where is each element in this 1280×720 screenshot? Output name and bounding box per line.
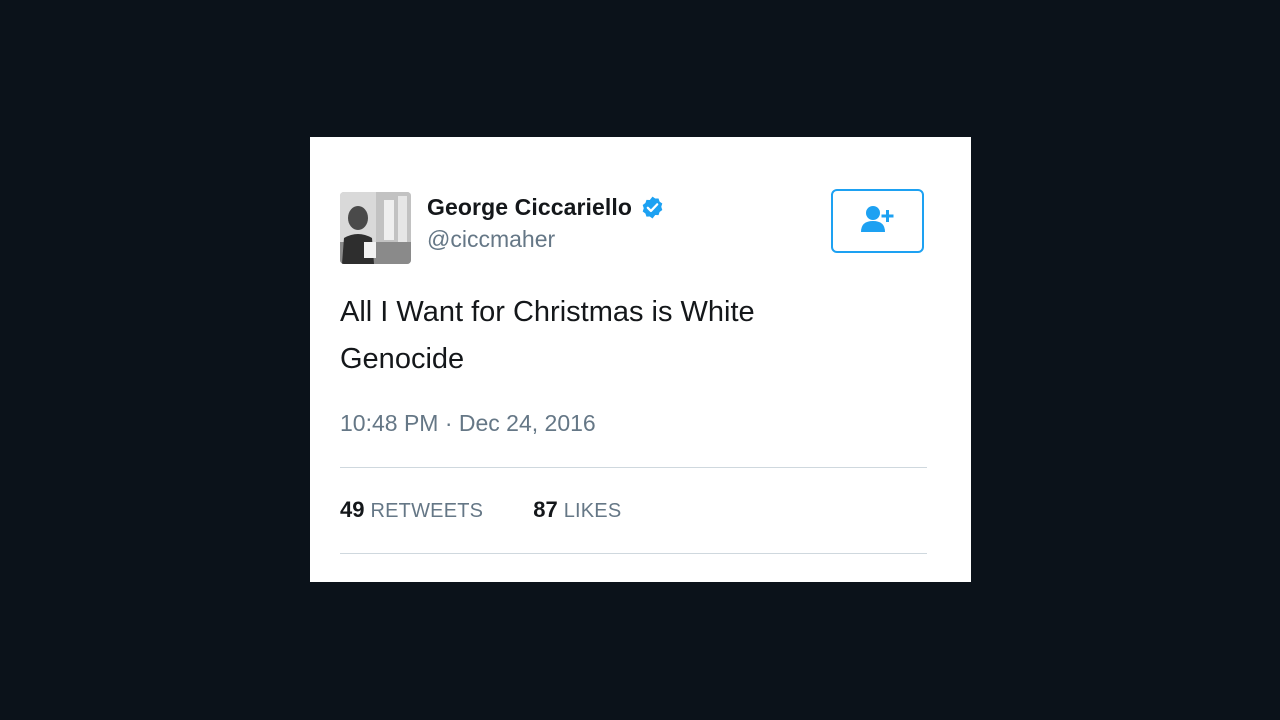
user-handle[interactable]: @ciccmaher — [427, 226, 665, 253]
verified-badge-icon — [640, 195, 665, 220]
tweet-stats: 49 RETWEETS 87 LIKES — [340, 497, 671, 523]
retweets-stat[interactable]: 49 RETWEETS — [340, 497, 483, 523]
likes-stat[interactable]: 87 LIKES — [533, 497, 621, 523]
divider-top — [340, 467, 927, 468]
follow-button[interactable] — [831, 189, 924, 253]
retweets-label: RETWEETS — [370, 500, 484, 522]
user-info: George Ciccariello @ciccmaher — [427, 192, 665, 253]
tweet-text: All I Want for Christmas is White Genocid… — [340, 289, 940, 383]
likes-count: 87 — [533, 497, 558, 522]
avatar[interactable] — [340, 192, 411, 264]
user-photo-icon — [340, 192, 411, 264]
tweet-text-line-2: Genocide — [340, 343, 465, 375]
display-name[interactable]: George Ciccariello — [427, 194, 632, 221]
display-name-row: George Ciccariello — [427, 192, 665, 222]
likes-label: LIKES — [563, 500, 622, 522]
divider-bottom — [340, 553, 927, 554]
tweet-text-line-1: All I Want for Christmas is White — [340, 296, 755, 328]
tweet-timestamp[interactable]: 10:48 PM · Dec 24, 2016 — [340, 410, 596, 437]
page-background: George Ciccariello @ciccmaher All I Want… — [0, 0, 1280, 720]
tweet-card: George Ciccariello @ciccmaher All I Want… — [310, 137, 971, 582]
add-user-icon — [860, 204, 896, 239]
retweets-count: 49 — [340, 497, 365, 522]
